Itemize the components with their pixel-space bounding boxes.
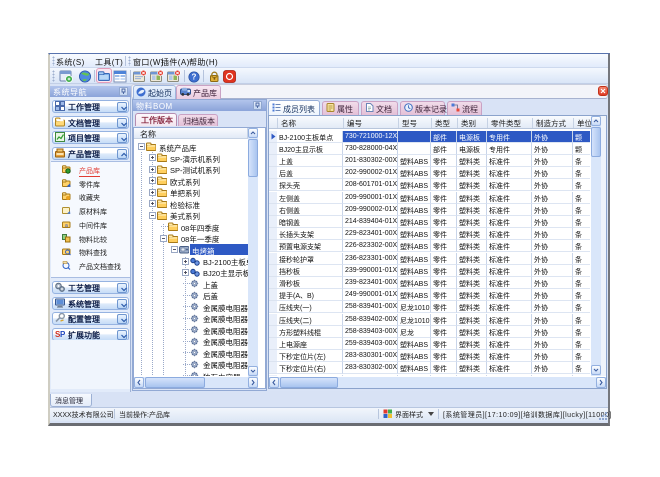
svg-text:P: P	[60, 330, 65, 339]
svg-text:a: a	[65, 223, 68, 229]
svg-text:?: ?	[192, 73, 197, 82]
